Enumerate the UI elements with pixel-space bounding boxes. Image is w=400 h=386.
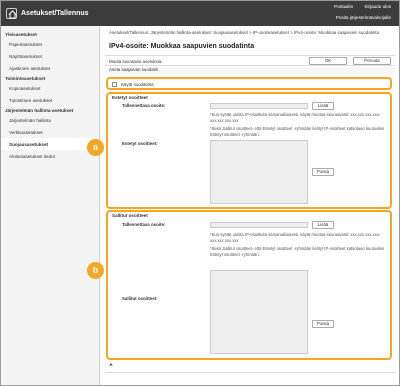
sidebar-item-system-management[interactable]: Järjestelmän hallinta: [1, 114, 99, 126]
sidebar-item-timer[interactable]: Ajastimen asetukset: [1, 62, 99, 74]
allowed-add-button[interactable]: Lisää: [312, 221, 334, 229]
sidebar-section-system: Järjestelmän hallinta-asetukset: [5, 108, 74, 113]
app-title: Asetukset/Tallennus: [21, 10, 89, 17]
breadcrumb[interactable]: Asetukset/Tallennus: Järjestelmän hallin…: [109, 30, 393, 36]
allowed-note-2: *Sekä Sallitut osoitteet- että Estetyt o…: [210, 246, 385, 257]
blocked-add-button[interactable]: Lisää: [312, 102, 334, 110]
sidebar-item-display[interactable]: Näyttöasetukset: [1, 50, 99, 62]
section-header: Aseta saapuvan suodatin: [105, 67, 395, 74]
blocked-address-input[interactable]: [210, 103, 308, 109]
allowed-address-list[interactable]: [210, 270, 308, 354]
sidebar-item-paper[interactable]: Paperiasetukset: [1, 38, 99, 50]
logout-link[interactable]: Kirjaudu ulos: [364, 4, 391, 9]
enable-filter-box: Käytä suodatinta: [106, 77, 392, 90]
toolbar-text: Muuta seuraavia asetuksia.: [109, 59, 163, 64]
sidebar-section-function: Toimintoasetukset: [5, 76, 46, 81]
sidebar-item-security[interactable]: Suojausasetukset: [1, 138, 99, 150]
scroll-top-icon[interactable]: ⮝: [109, 362, 113, 367]
enable-filter-checkbox[interactable]: [112, 81, 117, 87]
allowed-addresses-box: Sallitut osoitteet Tallennettava osoite:…: [106, 210, 392, 360]
blocked-address-label: Tallennettava osoite:: [122, 103, 166, 108]
allowed-note-1: *Kun syötät useita IP-osoitteita samanai…: [210, 232, 381, 243]
portal-link[interactable]: Portaaliin: [334, 4, 353, 9]
footer-divider: [105, 372, 395, 373]
allowed-address-input[interactable]: [210, 222, 308, 228]
cancel-button[interactable]: Peruuta: [353, 57, 391, 65]
toolbar: Muuta seuraavia asetuksia. OK Peruuta: [105, 55, 395, 66]
blocked-addresses-box: Estetyt osoitteet Tallennettava osoite: …: [106, 92, 392, 209]
top-links: Portaaliin Kirjaudu ulos: [324, 4, 391, 9]
allowed-address-label: Tallennettava osoite:: [122, 222, 166, 227]
callout-b: b: [87, 262, 104, 279]
allowed-delete-button[interactable]: Poista: [312, 320, 334, 328]
sidebar-item-copy[interactable]: Kopioasetukset: [1, 82, 99, 94]
admin-mail-link[interactable]: Posita järjestelmävalvojalle: [336, 15, 391, 20]
enable-filter-label: Käytä suodatinta: [121, 81, 154, 87]
blocked-delete-button[interactable]: Poista: [312, 168, 334, 176]
sidebar-item-startup[interactable]: Aloitusasetukset tiedot: [1, 150, 99, 162]
ok-button[interactable]: OK: [309, 57, 347, 65]
page-title: IPv4-osoite: Muokkaa saapuvien suodatint…: [109, 43, 255, 50]
blocked-note-1: *Kun syötät useita IP-osoitteita samanai…: [210, 112, 381, 123]
allowed-list-label: Sallitut osoitteet:: [122, 296, 158, 301]
sidebar-item-network[interactable]: Verkkoasetukset: [1, 126, 99, 138]
blocked-list-label: Estetyt osoitteet:: [122, 141, 158, 146]
blocked-group-title: Estetyt osoitteet: [112, 95, 148, 100]
callout-a: a: [87, 139, 104, 156]
top-bar: Asetukset/Tallennus Portaaliin Kirjaudu …: [1, 1, 399, 26]
main-content: Asetukset/Tallennus: Järjestelmän hallin…: [101, 26, 399, 385]
sidebar-section-general: Yleisasetukset: [5, 32, 37, 37]
blocked-address-list[interactable]: [210, 140, 308, 204]
allowed-group-title: Sallitut osoitteet: [112, 213, 148, 218]
sidebar-item-printer[interactable]: Tulostimen asetukset: [1, 94, 99, 106]
blocked-note-2: *Sekä Sallitut osoitteet- että Estetyt o…: [210, 126, 385, 137]
sidebar: Yleisasetukset Paperiasetukset Näyttöase…: [1, 26, 100, 385]
home-icon[interactable]: [6, 8, 17, 19]
